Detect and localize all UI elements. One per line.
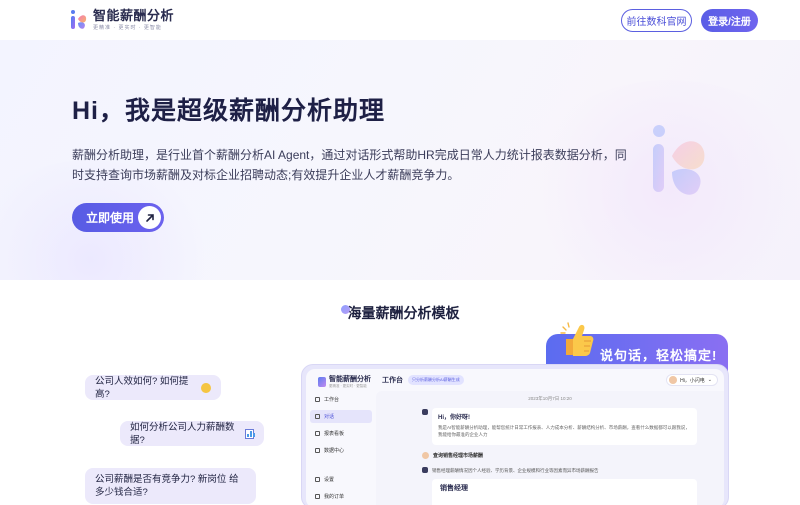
preview-sidebar-label: 数据中心 — [324, 448, 345, 454]
preview-sidebar-label: 设置 — [324, 477, 335, 483]
chat-icon — [315, 414, 320, 419]
preview-sidebar-item: 对话 — [310, 410, 372, 423]
brand-watermark-icon — [653, 125, 705, 195]
logo-slogan: 更精准 · 更实时 · 更智能 — [93, 25, 162, 31]
preview-intro: 我是AI智能薪酬分析助理，能帮您统计日常工作报表、人力成本分析、薪酬结构分析、市… — [438, 425, 690, 437]
preview-timestamp: 2023年10月7日 10:20 — [528, 396, 572, 401]
templates-title-text: 海量薪酬分析模板 — [347, 305, 460, 321]
preview-sidebar: 工作台 对话 报表看板 数据中心 设置 我的订单 — [310, 393, 372, 505]
chevron-down-icon: ⌄ — [707, 377, 712, 383]
bot-avatar-icon — [422, 409, 428, 415]
gear-icon — [315, 477, 320, 482]
preview-result-title: 销售经理 — [440, 485, 468, 492]
sample-question[interactable]: 公司人效如何? 如何提高? — [85, 375, 221, 400]
sample-question-text: 公司人效如何? 如何提高? — [95, 375, 189, 400]
sample-question-text: 如何分析公司人力薪酬数据? — [130, 421, 235, 446]
preview-chat-area: 2023年10月7日 10:20 Hi，你好呀! 我是AI智能薪酬分析助理，能帮… — [376, 391, 724, 505]
preview-tag: 只分析薪酬分析AI薪酬生成 — [408, 375, 464, 385]
preview-sidebar-item: 数据中心 — [310, 444, 372, 457]
preview-result-card: 销售经理 — [432, 479, 697, 505]
sample-question-text: 公司薪酬是否有竞争力? 新岗位 给多少钱合适? — [95, 474, 239, 498]
smile-emoji-icon — [201, 382, 211, 393]
preview-topbar: 智能薪酬分析 更精准 · 更实时 · 更智能 工作台 只分析薪酬分析AI薪酬生成 … — [306, 369, 724, 391]
preview-sidebar-item: 设置 — [310, 473, 372, 486]
hero-title: Hi，我是超级薪酬分析助理 — [72, 97, 386, 125]
database-icon — [315, 448, 320, 453]
preview-sidebar-label: 工作台 — [324, 397, 340, 403]
hero-section: Hi，我是超级薪酬分析助理 薪酬分析助理，是行业首个薪酬分析AI Agent，通… — [0, 40, 800, 280]
preview-user-menu: Hi，小闪电 ⌄ — [666, 374, 718, 386]
arrow-up-right-icon — [138, 206, 161, 229]
login-register-button[interactable]: 登录/注册 — [701, 9, 758, 32]
preview-logo-slogan: 更精准 · 更实时 · 更智能 — [329, 384, 367, 388]
preview-logo-icon — [318, 376, 326, 387]
app-preview-window: 智能薪酬分析 更精准 · 更实时 · 更智能 工作台 只分析薪酬分析AI薪酬生成 … — [301, 364, 729, 505]
preview-logo: 智能薪酬分析 更精准 · 更实时 · 更智能 — [318, 374, 371, 389]
hero-description: 薪酬分析助理，是行业首个薪酬分析AI Agent，通过对话形式帮助HR完成日常人… — [72, 148, 627, 182]
preview-user-question: 查询销售经理市场薪酬 — [422, 452, 483, 459]
preview-sidebar-item: 工作台 — [310, 393, 372, 406]
preview-logo-name: 智能薪酬分析 — [329, 376, 371, 383]
avatar — [669, 376, 678, 384]
avatar — [422, 452, 429, 459]
home-icon — [315, 397, 320, 402]
app-preview-body: 智能薪酬分析 更精准 · 更实时 · 更智能 工作台 只分析薪酬分析AI薪酬生成 … — [306, 369, 724, 505]
preview-user-question-text: 查询销售经理市场薪酬 — [433, 453, 484, 459]
start-using-label: 立即使用 — [86, 211, 135, 225]
top-header: 智能薪酬分析 更精准 · 更实时 · 更智能 前往数科官网 登录/注册 — [0, 0, 800, 40]
logo-name: 智能薪酬分析 — [93, 8, 175, 23]
templates-section-title: 海量薪酬分析模板 — [0, 303, 800, 323]
start-using-button[interactable]: 立即使用 — [72, 203, 164, 232]
logo-icon — [71, 10, 87, 29]
bar-chart-emoji-icon — [244, 428, 255, 439]
site-logo[interactable]: 智能薪酬分析 更精准 · 更实时 · 更智能 — [70, 9, 174, 31]
thumbs-up-icon — [560, 322, 594, 356]
preview-greeting: Hi，你好呀! — [438, 415, 470, 421]
preview-sidebar-label: 我的订单 — [324, 494, 345, 500]
preview-sidebar-item: 我的订单 — [310, 490, 372, 503]
sample-question[interactable]: 如何分析公司人力薪酬数据? — [120, 421, 264, 446]
official-site-button[interactable]: 前往数科官网 — [621, 9, 692, 32]
preview-greeting-card: Hi，你好呀! 我是AI智能薪酬分析助理，能帮您统计日常工作报表、人力成本分析、… — [432, 408, 697, 445]
preview-sidebar-item: 报表看板 — [310, 427, 372, 440]
preview-user-name: Hi，小闪电 — [680, 377, 705, 384]
preview-answer: 销售经理薪酬情况因个人经验、学历背景、企业规模和行业等因素而异市场薪酬报告 — [432, 468, 599, 473]
preview-sidebar-label: 对话 — [324, 414, 335, 420]
talk-banner-text: 说句话，轻松搞定! — [600, 347, 718, 363]
sample-question[interactable]: 公司薪酬是否有竞争力? 新岗位 给多少钱合适? — [85, 468, 256, 504]
order-icon — [315, 494, 320, 499]
bot-avatar-icon — [422, 467, 428, 473]
preview-sidebar-label: 报表看板 — [324, 431, 345, 437]
title-dot-icon — [340, 305, 350, 314]
report-icon — [315, 431, 320, 436]
preview-workbench-title: 工作台 — [382, 377, 403, 384]
